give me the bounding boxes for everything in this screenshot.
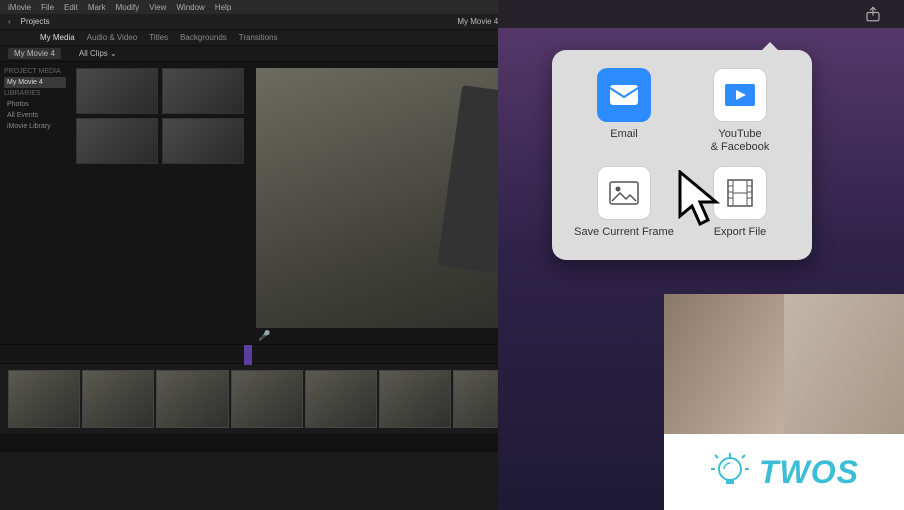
share-option-label: Email (610, 128, 638, 141)
sidebar-header-libraries: LIBRARIES (4, 90, 66, 97)
film-icon (713, 166, 767, 220)
menu-modify[interactable]: Modify (116, 3, 140, 12)
media-browser (70, 62, 250, 344)
share-button[interactable] (862, 3, 884, 25)
twos-logo-banner: TWOS (664, 434, 904, 510)
project-title: My Movie 4 (457, 17, 498, 26)
share-option-youtube-facebook[interactable]: YouTube & Facebook (682, 68, 798, 154)
timeline-clip[interactable] (8, 370, 80, 428)
secondary-window-toolbar (498, 0, 904, 28)
share-option-label: Export File (714, 226, 767, 239)
share-option-save-frame[interactable]: Save Current Frame (566, 166, 682, 239)
timeline-clip[interactable] (305, 370, 377, 428)
share-option-email[interactable]: Email (566, 68, 682, 154)
tab-my-media[interactable]: My Media (40, 33, 75, 42)
timeline-clip[interactable] (156, 370, 228, 428)
playhead-marker[interactable] (244, 345, 252, 365)
email-icon (597, 68, 651, 122)
share-option-label: Save Current Frame (574, 226, 674, 239)
share-popover: Email YouTube & Facebook Save Current Fr… (552, 50, 812, 260)
tab-titles[interactable]: Titles (149, 33, 168, 42)
app-name[interactable]: iMovie (8, 3, 31, 12)
breadcrumb-project[interactable]: My Movie 4 (8, 48, 61, 59)
lightbulb-icon (709, 451, 751, 493)
sidebar-item-all-events[interactable]: All Events (4, 110, 66, 121)
menu-file[interactable]: File (41, 3, 54, 12)
twos-logo-text: TWOS (759, 454, 859, 491)
menu-edit[interactable]: Edit (64, 3, 78, 12)
timeline-clip[interactable] (82, 370, 154, 428)
sidebar-item-photos[interactable]: Photos (4, 99, 66, 110)
timeline-clip[interactable] (231, 370, 303, 428)
menu-window[interactable]: Window (176, 3, 204, 12)
presenter-webcam-overlay (664, 294, 904, 434)
youtube-facebook-icon (713, 68, 767, 122)
library-sidebar: PROJECT MEDIA My Movie 4 LIBRARIES Photo… (0, 62, 70, 344)
tab-backgrounds[interactable]: Backgrounds (180, 33, 227, 42)
sidebar-header-project: PROJECT MEDIA (4, 68, 66, 75)
timeline-clip[interactable] (379, 370, 451, 428)
back-to-projects[interactable]: Projects (21, 17, 50, 26)
image-icon (597, 166, 651, 220)
menu-view[interactable]: View (149, 3, 166, 12)
clip-thumbnail[interactable] (162, 118, 244, 164)
clip-thumbnail[interactable] (162, 68, 244, 114)
back-arrow-icon[interactable]: ‹ (8, 17, 11, 26)
menu-help[interactable]: Help (215, 3, 231, 12)
tab-transitions[interactable]: Transitions (239, 33, 278, 42)
tab-audio-video[interactable]: Audio & Video (87, 33, 138, 42)
clip-thumbnail[interactable] (76, 118, 158, 164)
sidebar-item-imovie-library[interactable]: iMovie Library (4, 121, 66, 132)
clips-filter-dropdown[interactable]: All Clips ⌄ (79, 49, 117, 58)
sidebar-item-project[interactable]: My Movie 4 (4, 77, 66, 88)
share-option-export-file[interactable]: Export File (682, 166, 798, 239)
menu-mark[interactable]: Mark (88, 3, 106, 12)
mic-icon[interactable]: 🎤 (258, 331, 270, 342)
share-option-label: YouTube & Facebook (711, 128, 770, 154)
clip-thumbnail[interactable] (76, 68, 158, 114)
